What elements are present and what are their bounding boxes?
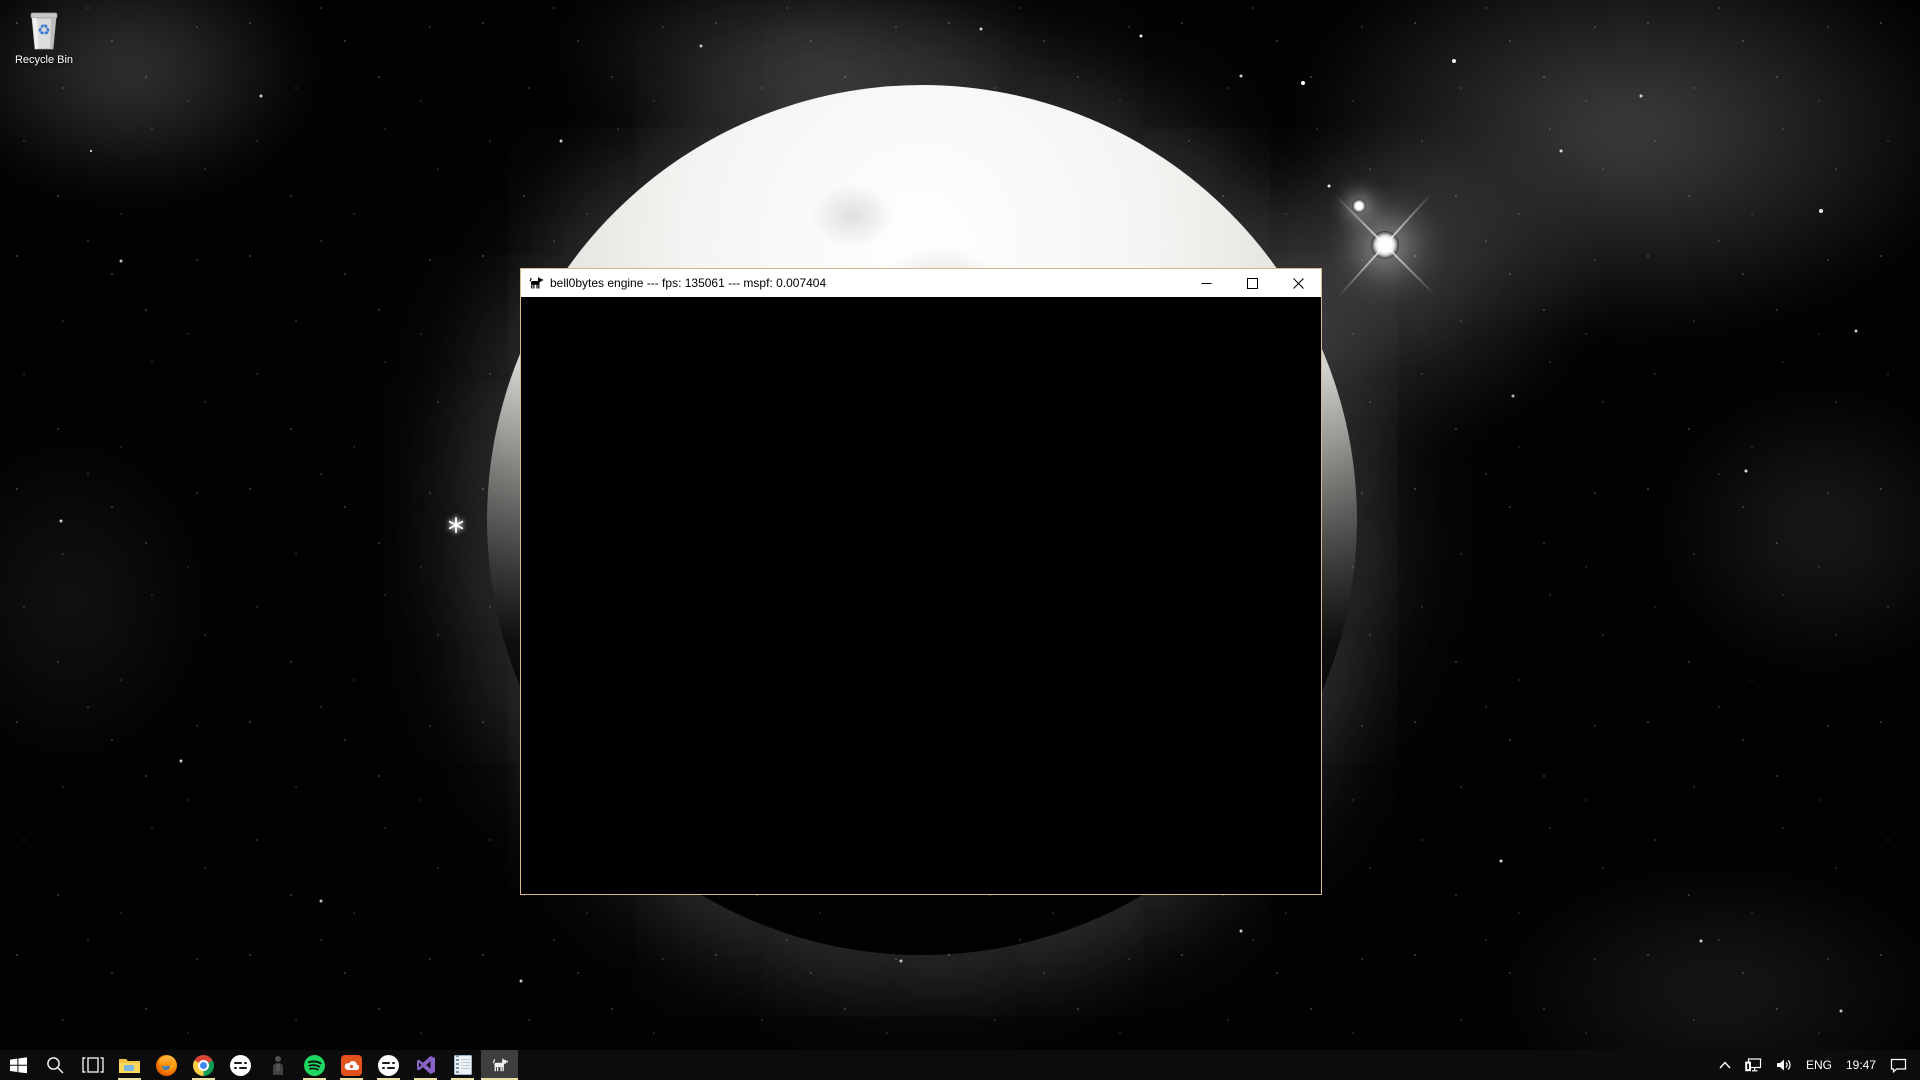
network-icon	[1745, 1058, 1762, 1072]
chrome-icon	[193, 1055, 214, 1076]
system-tray: ENG 19:47	[1712, 1050, 1920, 1080]
bright-stars	[90, 150, 92, 152]
search-icon	[46, 1056, 65, 1075]
taskbar-item-app-circle-1[interactable]	[222, 1050, 259, 1080]
nebula-cloud	[1480, 860, 1920, 1080]
desktop: ♻ Recycle Bin bell0bytes engine --- fps	[0, 0, 1920, 1080]
network-status[interactable]	[1738, 1050, 1769, 1080]
maximize-button[interactable]	[1229, 269, 1275, 297]
close-button[interactable]	[1275, 269, 1321, 297]
volume-status[interactable]	[1769, 1050, 1799, 1080]
firefox-icon	[156, 1055, 177, 1076]
taskbar-item-firefox[interactable]	[148, 1050, 185, 1080]
taskbar-item-task-view[interactable]	[74, 1050, 111, 1080]
nebula-cloud	[0, 420, 220, 780]
white-circle-icon	[230, 1055, 251, 1076]
bell0bytes-engine-window: bell0bytes engine --- fps: 135061 --- ms…	[520, 268, 1322, 895]
companion-star	[1352, 199, 1366, 213]
taskbar-item-chrome[interactable]	[185, 1050, 222, 1080]
recycle-bin-label: Recycle Bin	[6, 54, 82, 66]
nebula-cloud	[1650, 380, 1920, 680]
recycle-bin-icon: ♻	[24, 8, 64, 52]
engine-render-viewport[interactable]	[521, 297, 1321, 894]
time-label: 19:47	[1846, 1058, 1876, 1072]
notebook-icon	[454, 1055, 472, 1075]
taskbar-item-app-circle-2[interactable]	[370, 1050, 407, 1080]
nebula-cloud	[1280, 0, 1920, 340]
language-indicator[interactable]: ENG	[1799, 1050, 1839, 1080]
windows-logo-icon	[10, 1057, 27, 1074]
svg-text:♻: ♻	[37, 21, 50, 39]
window-title: bell0bytes engine --- fps: 135061 --- ms…	[550, 276, 1183, 290]
action-center[interactable]	[1883, 1050, 1914, 1080]
taskbar-item-notepad[interactable]	[444, 1050, 481, 1080]
white-circle-icon	[378, 1055, 399, 1076]
taskbar-item-app-orange[interactable]	[333, 1050, 370, 1080]
taskbar-item-start[interactable]	[0, 1050, 37, 1080]
taskbar-item-spotify[interactable]	[296, 1050, 333, 1080]
taskbar-item-file-explorer[interactable]	[111, 1050, 148, 1080]
notification-icon	[1890, 1058, 1907, 1073]
orange-cloud-icon	[341, 1055, 362, 1076]
sparkle-star	[448, 517, 464, 533]
task-view-icon	[82, 1057, 104, 1073]
speaker-icon	[1776, 1058, 1792, 1072]
clock[interactable]: 19:47	[1839, 1050, 1883, 1080]
dog-app-icon	[528, 276, 544, 290]
spotify-icon	[304, 1055, 325, 1076]
taskbar-item-app-figure[interactable]	[259, 1050, 296, 1080]
minimize-button[interactable]	[1183, 269, 1229, 297]
figure-icon	[270, 1055, 286, 1075]
dog-icon	[491, 1057, 509, 1073]
folder-icon	[119, 1057, 140, 1074]
hidden-icons-chevron[interactable]	[1712, 1050, 1738, 1080]
bright-star-glow	[1371, 231, 1399, 259]
chevron-up-icon	[1719, 1061, 1731, 1069]
taskbar-item-bell0bytes[interactable]	[481, 1050, 518, 1080]
taskbar-item-search[interactable]	[37, 1050, 74, 1080]
recycle-bin-shortcut[interactable]: ♻ Recycle Bin	[6, 8, 82, 66]
taskbar-item-visual-studio[interactable]	[407, 1050, 444, 1080]
visual-studio-icon	[416, 1055, 436, 1075]
taskbar: ENG 19:47	[0, 1050, 1920, 1080]
language-label: ENG	[1806, 1058, 1832, 1072]
window-titlebar[interactable]: bell0bytes engine --- fps: 135061 --- ms…	[521, 269, 1321, 297]
